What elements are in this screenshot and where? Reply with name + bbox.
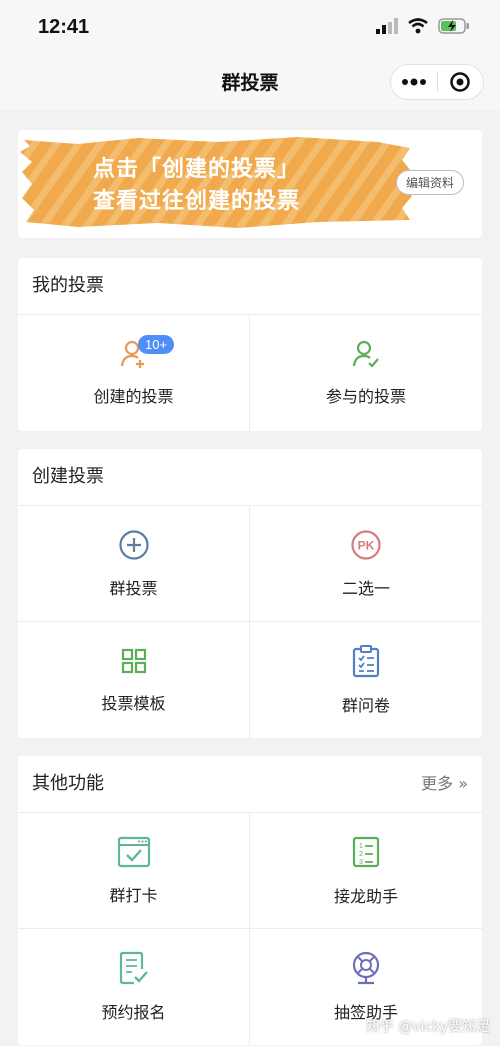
check-in-item[interactable]: 群打卡 <box>18 813 250 929</box>
created-votes-badge: 10+ <box>138 335 175 354</box>
watermark: 知乎 @vicky要知足 <box>365 1019 490 1035</box>
created-votes-label: 创建的投票 <box>93 387 174 406</box>
created-votes-item[interactable]: 10+ 创建的投票 <box>18 315 250 431</box>
create-vote-card: 创建投票 群投票 PK 二选一 投票模板 群问卷 <box>18 449 482 738</box>
banner-line-2: 查看过往创建的投票 <box>93 189 301 214</box>
vote-template-item[interactable]: 投票模板 <box>18 622 250 738</box>
questionnaire-label: 群问卷 <box>341 696 390 715</box>
check-in-label: 群打卡 <box>109 885 158 905</box>
banner-text: 点击「创建的投票」 查看过往创建的投票 <box>93 154 300 218</box>
nav-bar: 群投票 <box>0 56 500 110</box>
other-features-title: 其他功能 <box>18 756 482 813</box>
joined-votes-label: 参与的投票 <box>325 387 406 406</box>
create-vote-title: 创建投票 <box>18 449 482 506</box>
registration-label: 预约报名 <box>101 1003 166 1022</box>
pk-vote-item[interactable]: PK 二选一 <box>250 506 482 622</box>
pk-icon-text: PK <box>358 538 375 552</box>
status-time: 12:41 <box>38 16 90 38</box>
calendar-check-icon <box>117 836 150 867</box>
pk-vote-label: 二选一 <box>341 578 390 598</box>
my-votes-card: 我的投票 10+ 创建的投票 参与的投票 <box>18 258 482 431</box>
close-mini-program-button[interactable] <box>438 65 484 99</box>
banner-card[interactable]: 点击「创建的投票」 查看过往创建的投票 编辑资料 <box>18 130 482 238</box>
lottery-wheel-icon <box>352 951 380 985</box>
questionnaire-item[interactable]: 群问卷 <box>250 622 482 738</box>
solitaire-label: 接龙助手 <box>333 886 398 906</box>
plus-circle-icon <box>118 529 149 560</box>
banner-line-1: 点击「创建的投票」 <box>93 157 301 182</box>
group-vote-label: 群投票 <box>109 578 158 598</box>
svg-text:2: 2 <box>359 851 363 858</box>
more-options-button[interactable] <box>391 65 437 99</box>
form-check-icon <box>119 951 148 985</box>
grid-icon <box>121 648 146 674</box>
my-votes-title: 我的投票 <box>18 258 482 315</box>
signal-icon <box>376 18 398 34</box>
registration-item[interactable]: 预约报名 <box>18 929 250 1045</box>
svg-text:3: 3 <box>359 859 363 866</box>
pk-icon: PK <box>351 529 381 560</box>
mini-program-capsule <box>390 64 484 100</box>
user-check-icon <box>352 340 379 368</box>
numbered-list-icon: 1 2 3 <box>352 836 380 867</box>
battery-icon <box>438 18 469 34</box>
dots-icon <box>401 78 426 86</box>
target-icon <box>450 72 470 92</box>
edit-profile-button[interactable]: 编辑资料 <box>395 170 464 195</box>
svg-text:1: 1 <box>359 843 363 850</box>
status-icons <box>376 18 470 34</box>
other-features-card: 其他功能 更多 » 群打卡 1 2 3 接龙助手 预约报名 抽签助手 <box>18 756 482 1045</box>
joined-votes-item[interactable]: 参与的投票 <box>250 315 482 431</box>
clipboard-icon <box>352 645 380 678</box>
solitaire-item[interactable]: 1 2 3 接龙助手 <box>250 813 482 929</box>
status-bar: 12:41 <box>0 0 500 56</box>
more-link[interactable]: 更多 » <box>421 756 468 812</box>
vote-template-label: 投票模板 <box>101 694 166 713</box>
group-vote-item[interactable]: 群投票 <box>18 506 250 622</box>
wifi-icon <box>408 18 428 34</box>
